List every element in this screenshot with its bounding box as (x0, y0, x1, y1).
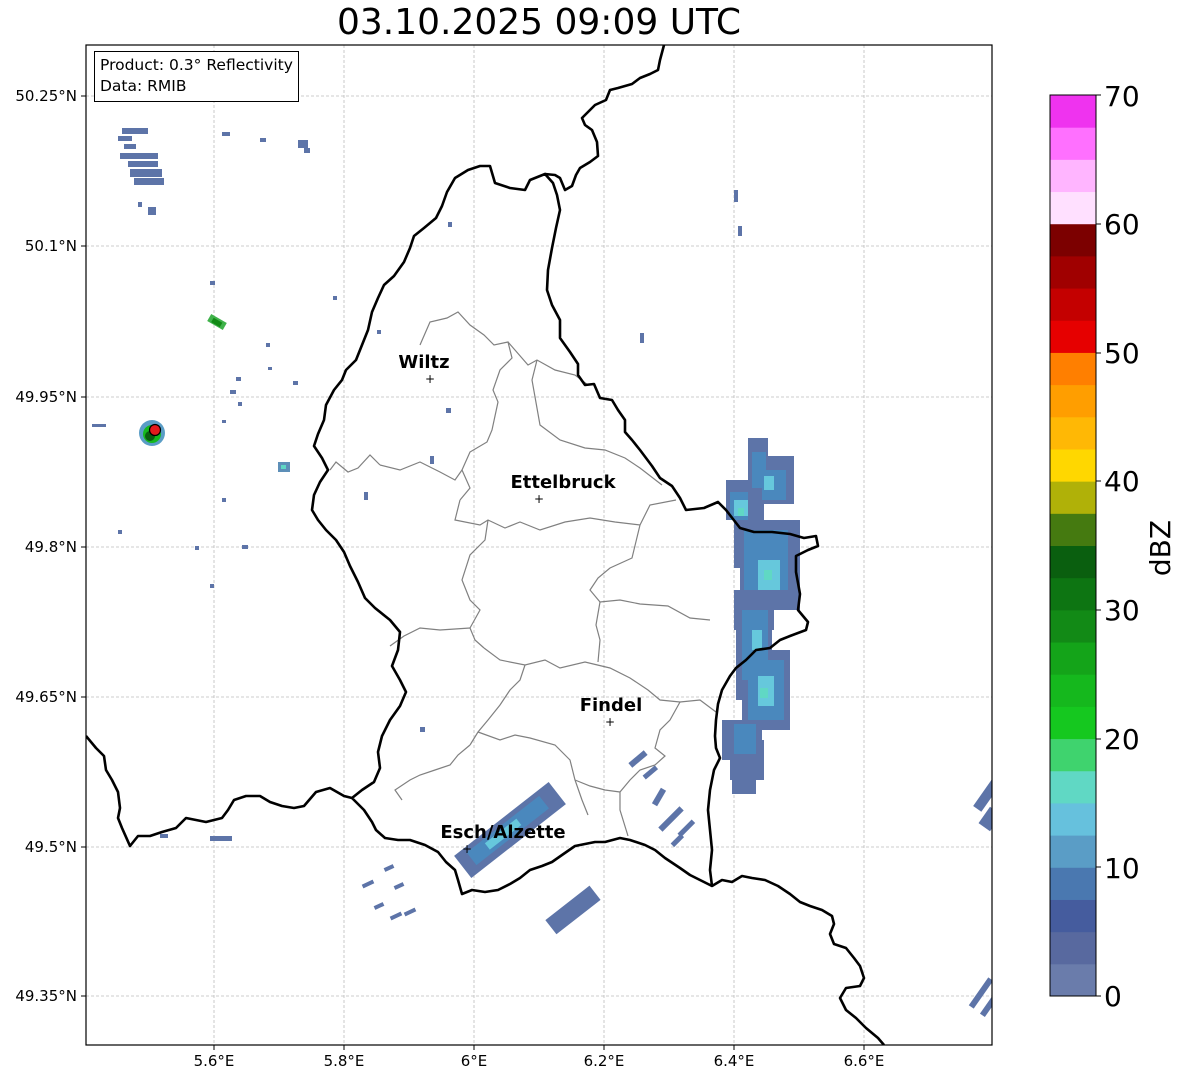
lat-tick-label: 49.95°N (15, 388, 77, 406)
colorbar (1050, 95, 1096, 997)
lon-tick-label: 5.8°E (324, 1052, 365, 1070)
colorbar-tick-label: 30 (1104, 594, 1140, 627)
city-label: Esch/Alzette (440, 822, 565, 843)
colorbar-segment (1050, 545, 1096, 579)
colorbar-segment (1050, 770, 1096, 804)
city-cross-icon: + (425, 372, 435, 386)
colorbar-segment (1050, 963, 1096, 997)
colorbar-segment (1050, 127, 1096, 160)
city-cross-icon: + (605, 715, 615, 729)
colorbar-segment (1050, 191, 1096, 225)
colorbar-tick-label: 50 (1104, 337, 1140, 370)
colorbar-segment (1050, 352, 1096, 386)
colorbar-segment (1050, 609, 1096, 643)
colorbar-segment (1050, 481, 1096, 514)
colorbar-label: dBZ (1144, 520, 1177, 576)
lon-tick-label: 5.6°E (194, 1052, 235, 1070)
radar-site-marker (148, 423, 162, 437)
lat-tick-label: 49.35°N (15, 987, 77, 1005)
colorbar-ticks (1096, 94, 1101, 997)
data-source-text: Data: RMIB (100, 77, 187, 95)
colorbar-tick-label: 10 (1104, 852, 1140, 885)
colorbar-segment (1050, 899, 1096, 933)
lat-tick-label: 50.25°N (15, 87, 77, 105)
city-label: Ettelbruck (510, 472, 616, 493)
lat-tick-label: 49.65°N (15, 688, 77, 706)
colorbar-segment (1050, 95, 1096, 128)
colorbar-segment (1050, 416, 1096, 450)
colorbar-segment (1050, 159, 1096, 193)
colorbar-segment (1050, 642, 1096, 675)
lat-tick-label: 50.1°N (25, 237, 77, 255)
lon-tick-label: 6.2°E (584, 1052, 625, 1070)
lon-tick-label: 6.6°E (844, 1052, 885, 1070)
colorbar-segment (1050, 674, 1096, 707)
product-text: Product: 0.3° Reflectivity (100, 56, 293, 74)
colorbar-segment (1050, 384, 1096, 418)
lon-tick-label: 6.4°E (714, 1052, 755, 1070)
city-label: Wiltz (398, 352, 449, 373)
colorbar-tick-label: 60 (1104, 208, 1140, 241)
colorbar-tick-label: 20 (1104, 723, 1140, 756)
colorbar-segment (1050, 867, 1096, 900)
radar-map: 5.6°E 5.8°E 6°E 6.2°E 6.4°E 6.6°E 50.25°… (15, 44, 1177, 1070)
lon-tick-label: 6°E (461, 1052, 488, 1070)
colorbar-tick-label: 40 (1104, 465, 1140, 498)
colorbar-segment (1050, 223, 1096, 257)
colorbar-segment (1050, 931, 1096, 965)
colorbar-segment (1050, 320, 1096, 353)
lat-tick-label: 49.5°N (25, 838, 77, 856)
colorbar-segment (1050, 706, 1096, 740)
colorbar-segment (1050, 448, 1096, 482)
colorbar-tick-label: 70 (1104, 80, 1140, 113)
colorbar-tick-label: 0 (1104, 980, 1122, 1013)
city-label: Findel (580, 695, 643, 716)
colorbar-segment (1050, 835, 1096, 868)
colorbar-segment (1050, 255, 1096, 289)
city-cross-icon: + (534, 492, 544, 506)
colorbar-segment (1050, 577, 1096, 611)
map-area (86, 45, 992, 1045)
colorbar-segment (1050, 513, 1096, 546)
lat-tick-label: 49.8°N (25, 538, 77, 556)
colorbar-segment (1050, 802, 1096, 836)
colorbar-segment (1050, 738, 1096, 772)
product-info-box: Product: 0.3° Reflectivity Data: RMIB (94, 51, 299, 102)
city-cross-icon: + (462, 842, 472, 856)
colorbar-segment (1050, 288, 1096, 321)
